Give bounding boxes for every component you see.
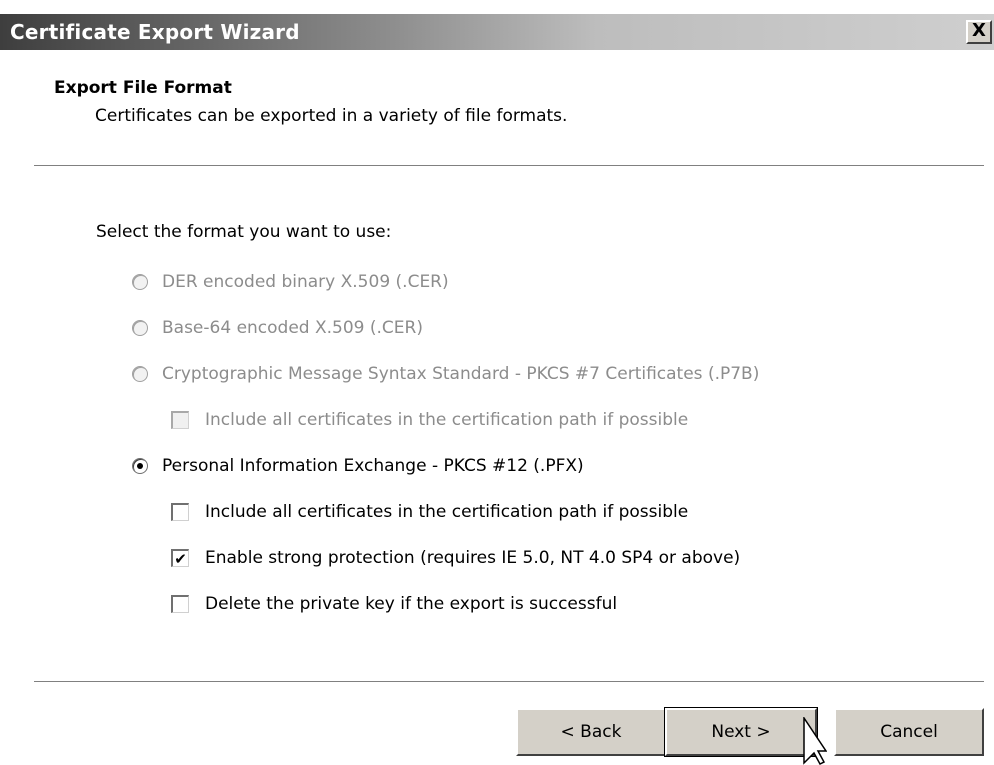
wizard-header: Export File Format Certificates can be e… [0, 50, 994, 176]
page-subtitle: Certificates can be exported in a variet… [95, 106, 568, 126]
option-label: Personal Information Exchange - PKCS #12… [162, 456, 584, 476]
close-button[interactable]: X [966, 20, 992, 44]
checkbox-box-icon [171, 503, 189, 521]
format-prompt: Select the format you want to use: [96, 222, 392, 242]
radio-selected-icon [132, 458, 148, 474]
radio-circle-icon [132, 320, 148, 336]
radio-circle-icon [132, 366, 148, 382]
checkbox-box-icon [171, 595, 189, 613]
radio-circle-icon [132, 274, 148, 290]
header-divider [34, 165, 984, 167]
checkbox-pkcs7-include-path[interactable]: Include all certificates in the certific… [171, 410, 688, 430]
close-icon: X [972, 20, 986, 41]
radio-pfx-format[interactable]: Personal Information Exchange - PKCS #12… [132, 456, 584, 476]
option-label: Enable strong protection (requires IE 5.… [205, 548, 741, 568]
checkbox-delete-private-key[interactable]: Delete the private key if the export is … [171, 594, 617, 614]
checkbox-box-icon [171, 411, 189, 429]
back-button[interactable]: < Back [516, 708, 666, 756]
option-label: Base-64 encoded X.509 (.CER) [162, 318, 423, 338]
option-label: DER encoded binary X.509 (.CER) [162, 272, 449, 292]
checkbox-strong-protection[interactable]: ✔ Enable strong protection (requires IE … [171, 548, 740, 568]
radio-base64-format[interactable]: Base-64 encoded X.509 (.CER) [132, 318, 423, 338]
title-bar[interactable]: Certificate Export Wizard X [0, 14, 994, 50]
window-title: Certificate Export Wizard [10, 20, 300, 44]
option-label: Delete the private key if the export is … [205, 594, 618, 614]
radio-pkcs7-format[interactable]: Cryptographic Message Syntax Standard - … [132, 364, 759, 384]
option-label: Include all certificates in the certific… [205, 502, 689, 522]
footer-divider [34, 681, 984, 683]
checkbox-pfx-include-path[interactable]: Include all certificates in the certific… [171, 502, 688, 522]
option-label: Include all certificates in the certific… [205, 410, 689, 430]
radio-der-format[interactable]: DER encoded binary X.509 (.CER) [132, 272, 449, 292]
next-button[interactable]: Next > [664, 707, 818, 757]
checkmark-icon: ✔ [171, 549, 189, 567]
mouse-cursor-icon [803, 717, 827, 765]
cancel-button[interactable]: Cancel [834, 708, 984, 756]
option-label: Cryptographic Message Syntax Standard - … [162, 364, 760, 384]
page-title: Export File Format [54, 78, 232, 98]
